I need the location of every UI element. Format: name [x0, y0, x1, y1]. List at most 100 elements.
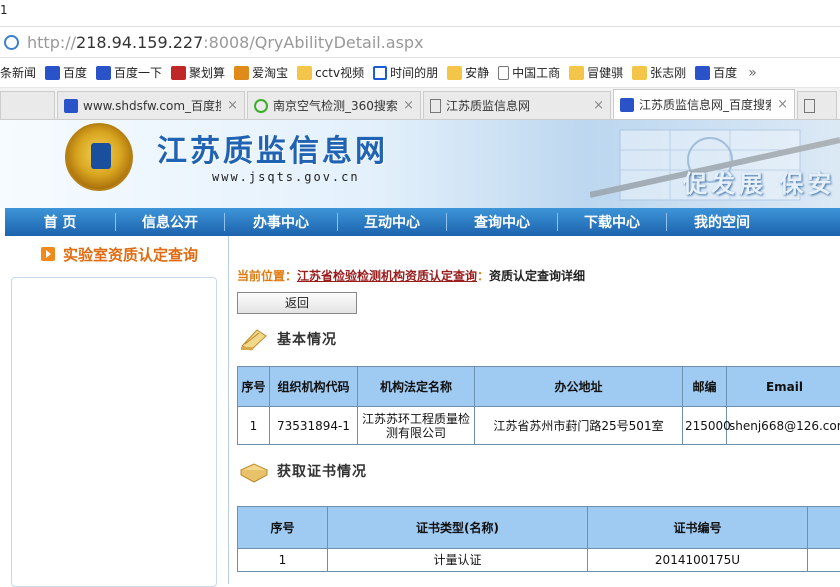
- bookmark-label: 条新闻: [0, 64, 36, 81]
- bookmark-item[interactable]: 中国工商: [498, 64, 560, 81]
- basic-info-table: 序号组织机构代码机构法定名称办公地址邮编Email 173531894-1江苏苏…: [237, 366, 840, 445]
- bookmark-item[interactable]: cctv视频: [297, 64, 364, 81]
- nav-item[interactable]: 首 页: [5, 212, 115, 232]
- sidebar-title[interactable]: 实验室资质认定查询: [63, 244, 198, 265]
- national-emblem-logo: [65, 123, 133, 191]
- table-cell: 1: [238, 549, 328, 572]
- baidu-paw-icon: [96, 66, 111, 80]
- bookmark-item[interactable]: 时间的朋: [373, 64, 438, 81]
- basic-section-header: 基本情况: [239, 326, 337, 352]
- play-circle-icon: [373, 66, 387, 80]
- bookmark-item[interactable]: 百度一下: [96, 64, 162, 81]
- bookmark-item[interactable]: 爱淘宝: [234, 64, 288, 81]
- bookmark-label: 百度: [63, 64, 87, 81]
- page-icon: [804, 99, 815, 113]
- browser-tab[interactable]: 江苏质监信息网 ×: [423, 91, 611, 119]
- folder-icon: [632, 66, 647, 80]
- address-bar[interactable]: http://218.94.159.227:8008/QryAbilityDet…: [0, 26, 840, 58]
- bookmark-item[interactable]: 安静: [447, 64, 489, 81]
- bookmark-item[interactable]: 聚划算: [171, 64, 225, 81]
- url-text[interactable]: http://218.94.159.227:8008/QryAbilityDet…: [27, 33, 424, 52]
- browser-tab[interactable]: 南京空气检测_360搜索 ×: [247, 91, 421, 119]
- 360-search-icon: [254, 99, 268, 113]
- nav-item[interactable]: 办事中心: [225, 212, 337, 232]
- breadcrumb-separator: ：: [477, 269, 489, 283]
- table-row: 1计量认证2014100175U: [238, 549, 840, 572]
- table-cell: 江苏苏环工程质量检测有限公司: [358, 407, 475, 445]
- bookmarks-bar: 条新闻百度百度一下聚划算爱淘宝cctv视频时间的朋安静中国工商冒健骐张志刚百度»: [0, 58, 840, 88]
- folder-icon: [447, 66, 462, 80]
- taobao-icon: [234, 66, 249, 80]
- main-nav: 首 页信息公开办事中心互动中心查询中心下载中心我的空间: [5, 208, 840, 236]
- column-header: Email: [727, 367, 840, 407]
- bookmark-label: 时间的朋: [390, 64, 438, 81]
- bookmark-item[interactable]: 张志刚: [632, 64, 686, 81]
- column-header: 邮编: [683, 367, 727, 407]
- baidu-paw-icon: [620, 98, 634, 112]
- table-cell: 1: [238, 407, 270, 445]
- cert-section-header: 获取证书情况: [239, 458, 367, 484]
- breadcrumb-label: 当前位置：: [237, 269, 297, 283]
- breadcrumb-link[interactable]: 江苏省检验检测机构资质认定查询: [297, 269, 477, 283]
- browser-tab[interactable]: [797, 91, 837, 119]
- close-icon[interactable]: ×: [403, 98, 414, 113]
- nav-item[interactable]: 我的空间: [667, 212, 777, 232]
- browser-tab[interactable]: 江苏质监信息网_百度搜索 ×: [613, 89, 795, 119]
- bookmark-label: 爱淘宝: [252, 64, 288, 81]
- page-icon: [498, 66, 509, 80]
- table-row: 173531894-1江苏苏环工程质量检测有限公司江苏省苏州市葑门路25号501…: [238, 407, 840, 445]
- column-header: 序号: [238, 507, 328, 549]
- close-icon[interactable]: ×: [777, 97, 788, 112]
- tab-label: www.shdsfw.com_百度搜: [83, 97, 221, 114]
- table-cell: 73531894-1: [270, 407, 358, 445]
- sidebar-panel: [11, 277, 217, 587]
- arrow-bullet-icon: [41, 247, 55, 261]
- main-content: 当前位置：江苏省检验检测机构资质认定查询：资质认定查询详细 返回 基本情况 序号…: [230, 236, 840, 584]
- nav-item[interactable]: 信息公开: [116, 212, 224, 232]
- bookmark-label: 安静: [465, 64, 489, 81]
- nav-item[interactable]: 下载中心: [558, 212, 666, 232]
- site-slogan: 促发展 保安: [683, 164, 835, 199]
- site-banner: 江苏质监信息网 www.jsqts.gov.cn 促发展 保安: [0, 120, 840, 208]
- back-button[interactable]: 返回: [237, 292, 357, 314]
- cert-section-title: 获取证书情况: [277, 461, 367, 481]
- site-title: 江苏质监信息网: [157, 126, 388, 170]
- browser-tab[interactable]: [0, 91, 55, 119]
- nav-item[interactable]: 查询中心: [447, 212, 557, 232]
- bookmarks-overflow-chevron[interactable]: »: [748, 65, 757, 81]
- folder-icon: [297, 66, 312, 80]
- bookmark-item[interactable]: 冒健骐: [569, 64, 623, 81]
- table-cell: 江苏省苏州市葑门路25号501室: [475, 407, 683, 445]
- close-icon[interactable]: ×: [227, 98, 238, 113]
- globe-icon: [4, 35, 19, 50]
- cert-table: 序号证书类型(名称)证书编号 1计量认证2014100175U: [237, 506, 840, 572]
- column-header: 证书编号: [588, 507, 808, 549]
- bookmark-item[interactable]: 百度: [45, 64, 87, 81]
- close-icon[interactable]: ×: [593, 98, 604, 113]
- bookmark-label: 张志刚: [650, 64, 686, 81]
- site-domain: www.jsqts.gov.cn: [212, 170, 360, 184]
- scroll-icon: [239, 326, 269, 352]
- basic-section-title: 基本情况: [277, 329, 337, 349]
- bookmark-label: cctv视频: [315, 64, 364, 81]
- table-cell: 计量认证: [328, 549, 588, 572]
- bookmark-item[interactable]: 条新闻: [0, 64, 36, 81]
- browser-tab[interactable]: www.shdsfw.com_百度搜 ×: [57, 91, 245, 119]
- breadcrumb-current: 资质认定查询详细: [489, 269, 585, 283]
- tab-label: 江苏质监信息网_百度搜索: [639, 96, 771, 113]
- table-cell: 215000: [683, 407, 727, 445]
- tab-label: 江苏质监信息网: [446, 97, 587, 114]
- nav-item[interactable]: 互动中心: [338, 212, 446, 232]
- bookmark-item[interactable]: 百度: [695, 64, 737, 81]
- bookmark-label: 中国工商: [512, 64, 560, 81]
- juhuasuan-icon: [171, 66, 186, 80]
- baidu-paw-icon: [695, 66, 710, 80]
- tab-label: 南京空气检测_360搜索: [273, 97, 397, 114]
- book-icon: [239, 458, 269, 484]
- window-title: 1: [0, 3, 8, 17]
- sidebar: 实验室资质认定查询: [5, 236, 229, 584]
- table-cell: 2014100175U: [588, 549, 808, 572]
- baidu-paw-icon: [45, 66, 60, 80]
- window-titlebar: 1: [0, 0, 840, 26]
- column-header: [808, 507, 840, 549]
